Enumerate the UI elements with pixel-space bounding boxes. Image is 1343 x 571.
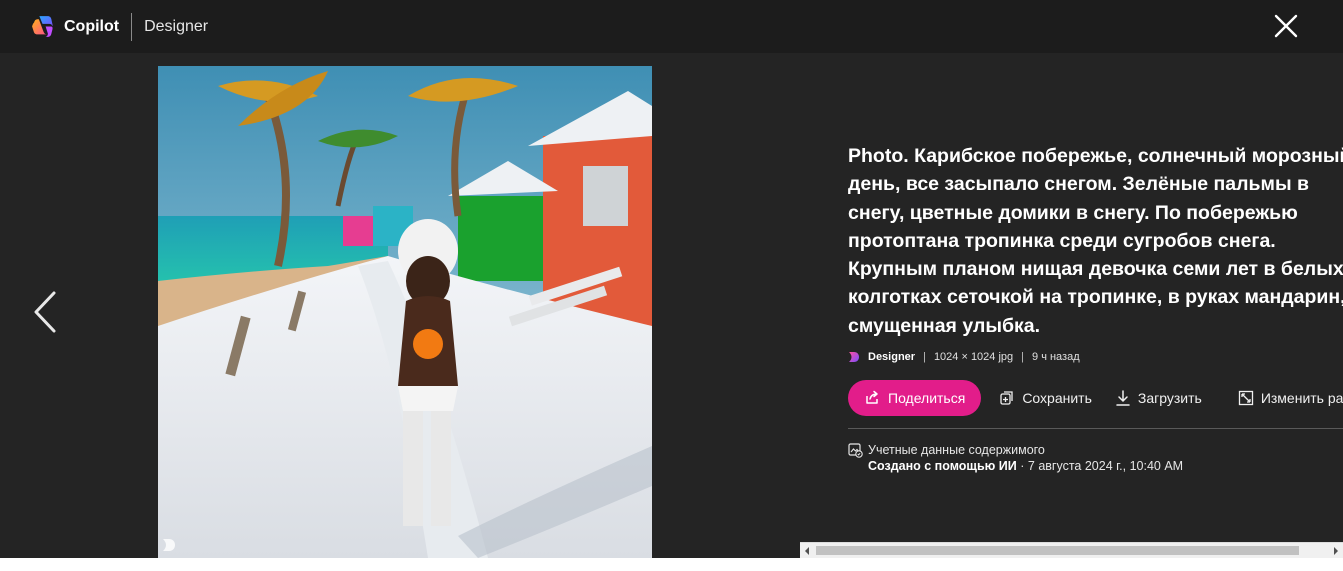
resize-button-label: Изменить раз <box>1260 390 1343 407</box>
action-bar: Поделиться Сохранить Загрузить Изменить … <box>848 380 1343 417</box>
product-name: Designer <box>144 17 209 35</box>
resize-icon <box>1238 390 1253 406</box>
divider <box>131 12 133 41</box>
divider <box>848 428 1343 430</box>
generated-image-art <box>158 66 652 558</box>
image-viewer: Copilot Designer Photo. Карибское побере… <box>0 0 1343 558</box>
image-details-panel: Photo. Карибское побережье, солнечный мо… <box>848 142 1343 475</box>
download-button[interactable]: Загрузить <box>1115 390 1202 406</box>
creation-date: · 7 августа 2024 г., 10:40 AM <box>1016 459 1184 474</box>
meta-separator: | <box>923 351 926 364</box>
content-credentials[interactable]: Учетные данные содержимого Создано с пом… <box>848 442 1343 475</box>
content-credentials-title: Учетные данные содержимого <box>868 443 1045 458</box>
brand-name: Copilot <box>64 17 120 35</box>
designer-icon <box>849 352 859 363</box>
image-meta: Designer | 1024 × 1024 jpg | 9 ч назад <box>848 348 1343 366</box>
top-bar: Copilot Designer <box>0 0 1343 53</box>
download-icon <box>1116 390 1130 406</box>
content-credentials-icon <box>848 442 863 458</box>
save-button[interactable]: Сохранить <box>999 390 1092 406</box>
generated-image[interactable] <box>158 66 652 558</box>
horizontal-scrollbar[interactable] <box>800 542 1343 558</box>
scroll-left-arrow-icon[interactable] <box>802 546 812 556</box>
image-source: Designer <box>868 351 916 364</box>
share-icon <box>866 390 878 404</box>
share-button-label: Поделиться <box>888 390 966 407</box>
scrollbar-thumb[interactable] <box>816 546 1299 555</box>
meta-separator: | <box>1021 351 1025 364</box>
designer-watermark-icon <box>163 539 175 551</box>
previous-image-chevron-icon[interactable] <box>30 290 60 334</box>
save-button-label: Сохранить <box>1022 390 1092 407</box>
image-prompt: Photo. Карибское побережье, солнечный мо… <box>848 145 1343 337</box>
image-size: 1024 × 1024 jpg <box>933 351 1014 364</box>
close-icon[interactable] <box>1273 13 1299 39</box>
copilot-logo-icon <box>32 16 53 37</box>
share-button[interactable]: Поделиться <box>848 380 982 417</box>
download-button-label: Загрузить <box>1137 390 1202 407</box>
resize-button[interactable]: Изменить раз <box>1238 390 1343 406</box>
image-age: 9 ч назад <box>1032 351 1080 364</box>
save-collection-icon <box>1000 391 1013 405</box>
scroll-right-arrow-icon[interactable] <box>1331 546 1341 556</box>
ai-created-label: Создано с помощью ИИ <box>868 459 1017 474</box>
